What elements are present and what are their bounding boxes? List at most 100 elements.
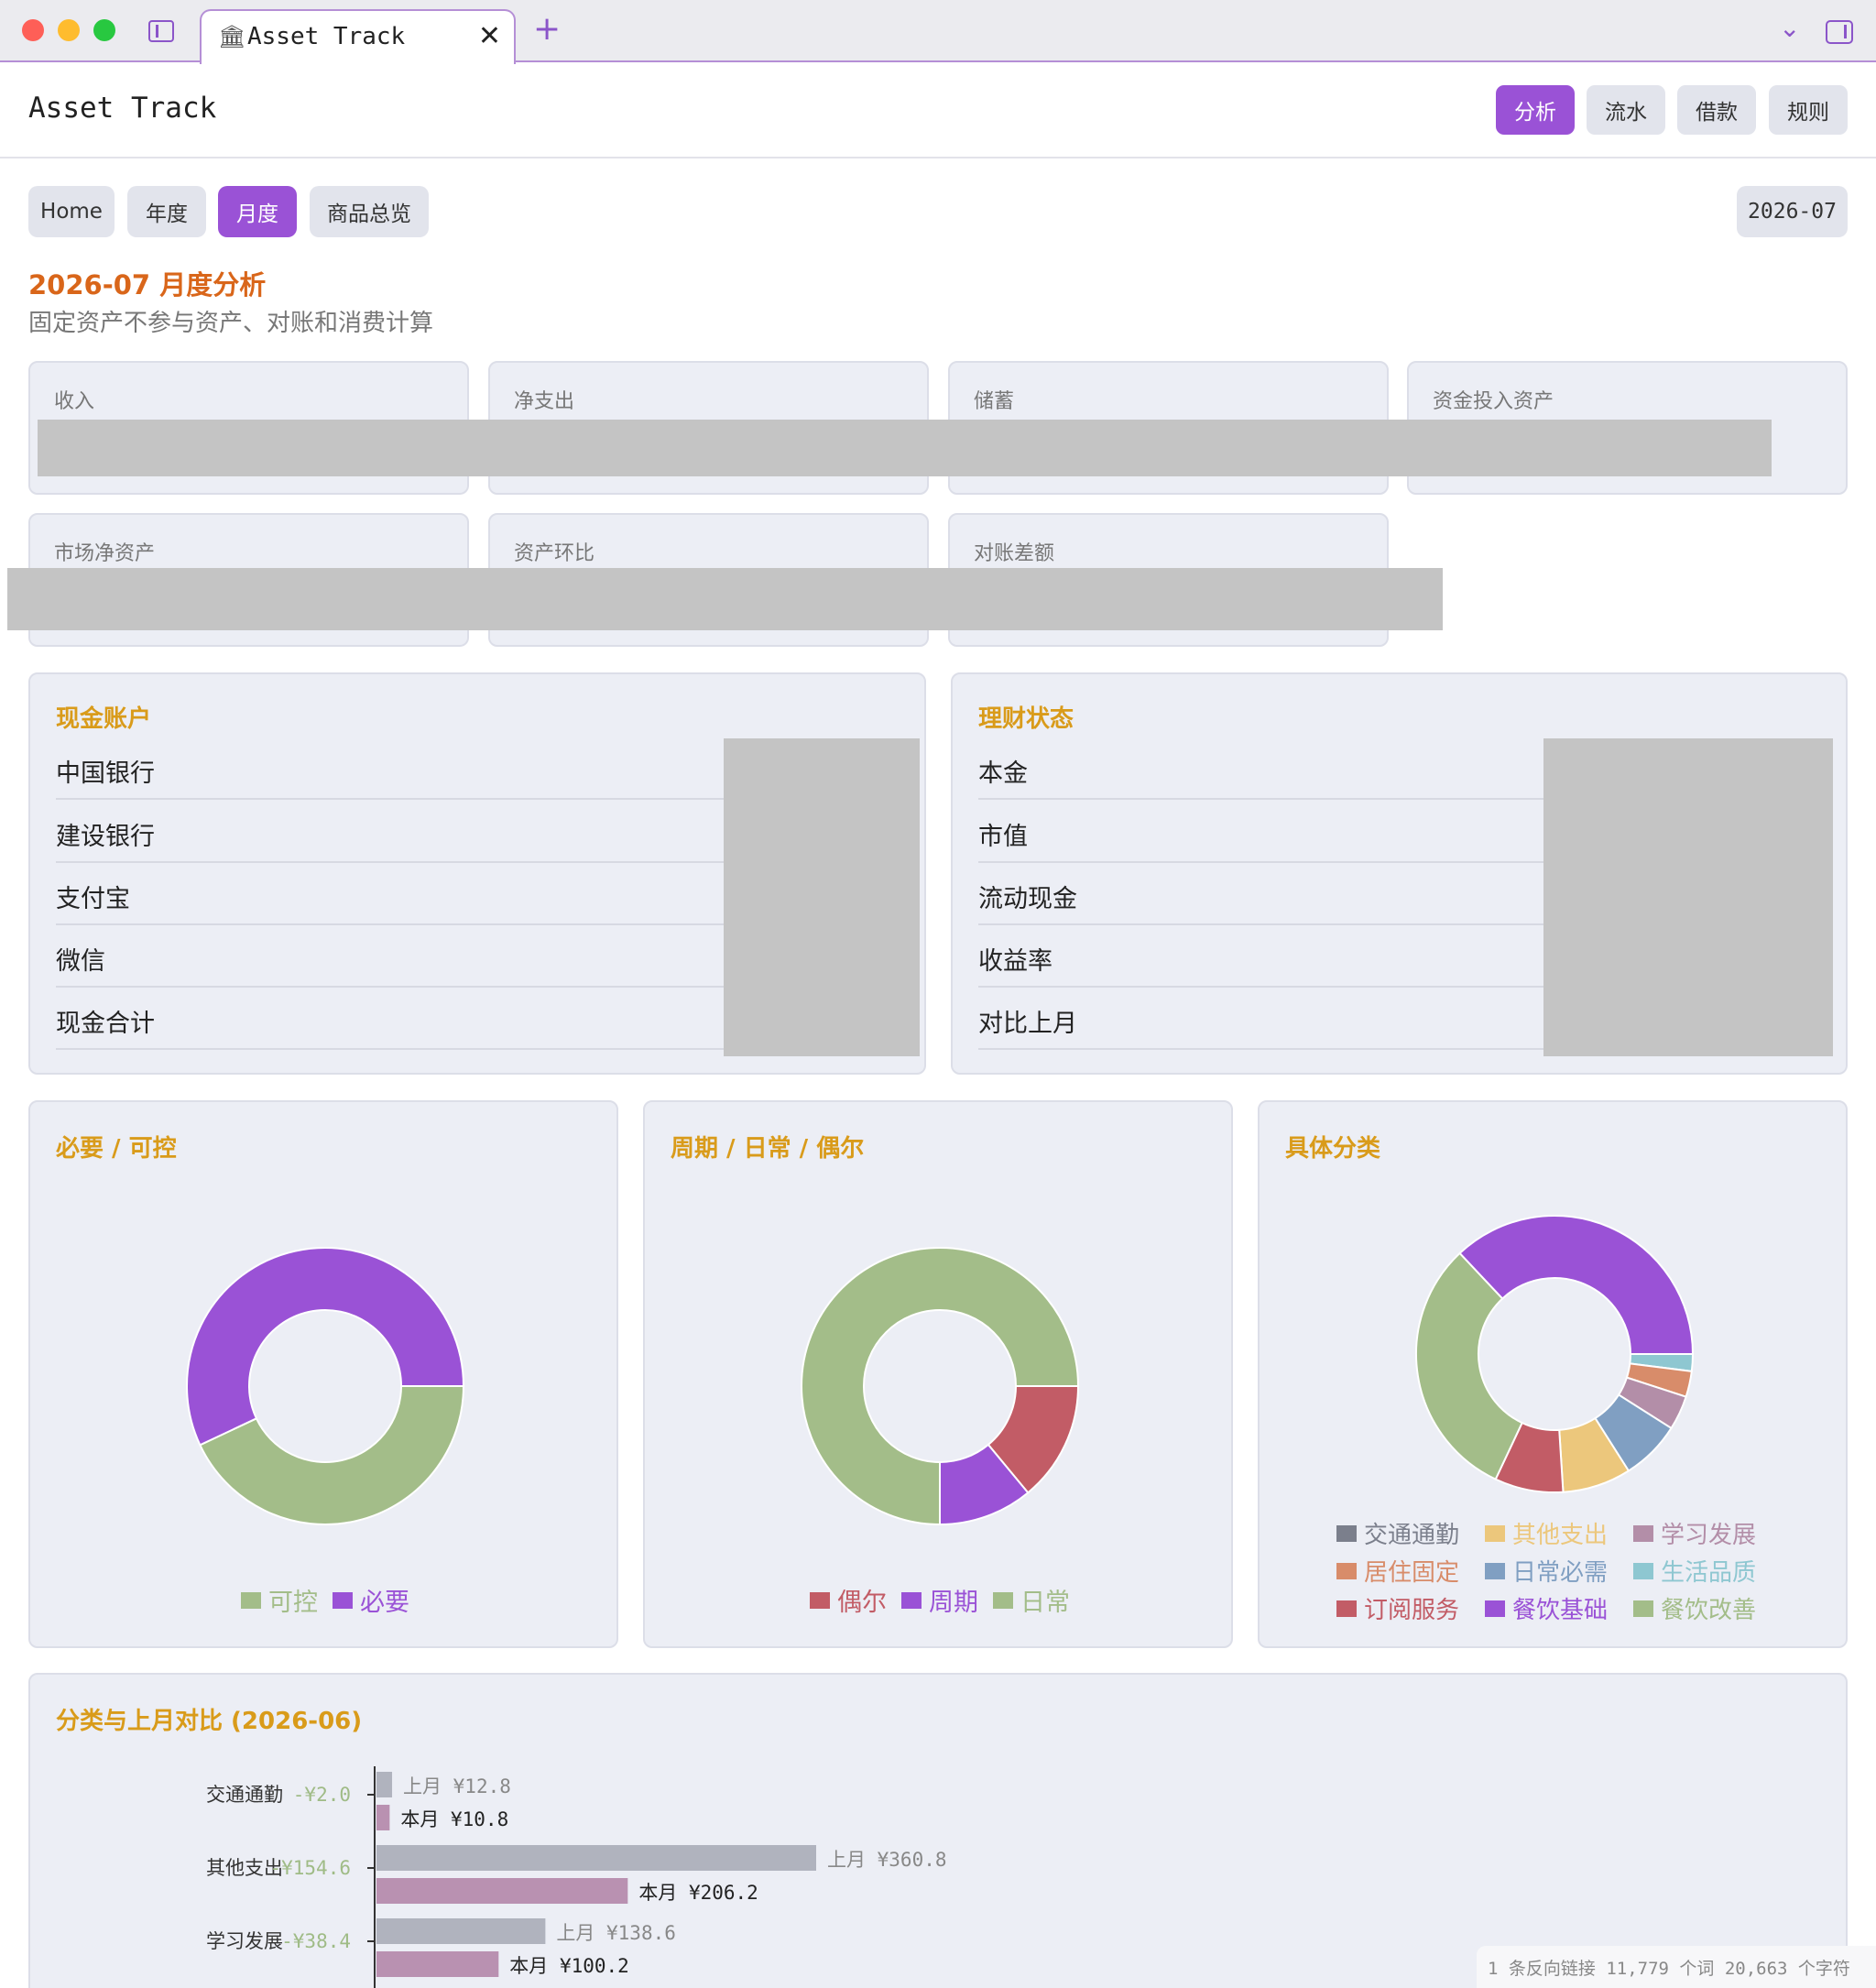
legend-label: 日常必需 <box>1512 1559 1609 1587</box>
app-title: Asset Track <box>28 92 217 125</box>
close-tab-icon[interactable]: ✕ <box>478 20 501 52</box>
page-subtitle: 固定资产不参与资产、对账和消费计算 <box>28 310 434 337</box>
bar-value-label: 本月 ¥100.2 <box>509 1955 629 1977</box>
invest-row: 本金 <box>978 759 1028 788</box>
bar-value-label: 本月 ¥206.2 <box>638 1882 758 1904</box>
legend-swatch <box>1633 1600 1653 1617</box>
chart-panel-necessary: 必要 / 可控 可控 必要 <box>28 1100 618 1648</box>
redacted-values <box>7 568 1443 630</box>
nav-ledger-button[interactable]: 流水 <box>1587 85 1665 135</box>
chart-legend: 可控 必要 <box>30 1582 620 1618</box>
minimize-window-button[interactable] <box>58 19 80 41</box>
legend-item[interactable]: 订阅服务 <box>1336 1591 1470 1625</box>
legend-label: 可控 <box>268 1589 318 1617</box>
comparison-bar-chart: 交通通勤 -¥2.0 上月 ¥12.8本月 ¥10.8其他支出-¥154.6 上月 ¥… <box>206 1766 947 1988</box>
legend-item[interactable]: 日常必需 <box>1485 1554 1619 1588</box>
stat-label: 对账差额 <box>974 542 1055 565</box>
bar-value-label: 本月 ¥10.8 <box>400 1808 508 1830</box>
legend-swatch <box>810 1591 830 1609</box>
bar-value-label: 上月 ¥360.8 <box>827 1849 947 1871</box>
chevron-down-icon[interactable]: ⌄ <box>1779 13 1800 43</box>
legend-item[interactable]: 偶尔 <box>810 1582 887 1618</box>
investment-status-panel: 理财状态 本金 市值 流动现金 收益率 对比上月 <box>951 672 1848 1075</box>
bar-diff-label: -¥154.6 <box>269 1857 351 1879</box>
subnav-home[interactable]: Home <box>28 186 115 237</box>
invest-row: 收益率 <box>978 947 1053 976</box>
legend-item[interactable]: 必要 <box>333 1582 409 1618</box>
legend-swatch <box>1485 1600 1505 1617</box>
bar-上月[interactable] <box>376 1772 393 1797</box>
bar-上月[interactable] <box>376 1918 546 1944</box>
chart-legend: 偶尔 周期 日常 <box>645 1582 1235 1618</box>
cash-row: 中国银行 <box>56 759 155 788</box>
cash-accounts-panel: 现金账户 中国银行 建设银行 支付宝 微信 现金合计 <box>28 672 926 1075</box>
legend-label: 交通通勤 <box>1364 1522 1460 1549</box>
invest-row: 流动现金 <box>978 885 1077 913</box>
bar-上月[interactable] <box>376 1845 816 1871</box>
month-selector[interactable]: 2026-07 <box>1737 186 1848 237</box>
right-sidebar-icon[interactable] <box>1826 20 1853 44</box>
legend-label: 居住固定 <box>1364 1559 1460 1587</box>
legend-item[interactable]: 餐饮改善 <box>1633 1591 1767 1625</box>
cash-row-total: 现金合计 <box>56 1010 155 1038</box>
subnav-yearly[interactable]: 年度 <box>127 186 206 237</box>
chart-panel-frequency: 周期 / 日常 / 偶尔 偶尔 周期 日常 <box>643 1100 1233 1648</box>
redacted-values <box>724 738 920 1056</box>
panel-title: 现金账户 <box>56 705 152 733</box>
bar-本月[interactable] <box>376 1951 499 1977</box>
stat-label: 储蓄 <box>974 390 1015 413</box>
chart-panel-category: 具体分类 交通通勤 其他支出 学习发展 居住固定 日常必需 生活品质 订阅服务 餐饮基础 餐饮改… <box>1258 1100 1848 1648</box>
legend-label: 学习发展 <box>1661 1522 1757 1549</box>
cash-row: 支付宝 <box>56 885 130 913</box>
status-bar: 1 条反向链接 11,779 个词 20,663 个字符 <box>1477 1946 1876 1988</box>
legend-item[interactable]: 其他支出 <box>1485 1516 1619 1550</box>
bar-value-label: 上月 ¥138.6 <box>556 1922 676 1944</box>
window-titlebar: 🏛 Asset Track ✕ + ⌄ <box>0 0 1876 64</box>
panel-title: 理财状态 <box>978 705 1074 733</box>
legend-swatch <box>1336 1524 1357 1542</box>
tab-title: Asset Track <box>247 23 406 50</box>
legend-label: 周期 <box>929 1589 978 1617</box>
bar-category-label: 学习发展 <box>206 1930 283 1952</box>
cash-row: 微信 <box>56 947 105 976</box>
legend-label: 餐饮基础 <box>1512 1597 1609 1624</box>
bar-本月[interactable] <box>376 1805 390 1830</box>
donut-slice-餐饮基础[interactable] <box>1458 1215 1695 1355</box>
legend-item[interactable]: 日常 <box>993 1582 1070 1618</box>
legend-label: 订阅服务 <box>1364 1597 1460 1624</box>
stat-label: 净支出 <box>514 390 575 413</box>
legend-item[interactable]: 生活品质 <box>1633 1554 1767 1588</box>
tab-asset-track[interactable]: 🏛 Asset Track ✕ <box>200 9 516 64</box>
nav-loans-button[interactable]: 借款 <box>1677 85 1756 135</box>
donut-chart-necessary <box>186 1247 465 1525</box>
stat-label: 资产环比 <box>514 542 595 565</box>
close-window-button[interactable] <box>22 19 44 41</box>
legend-label: 偶尔 <box>837 1589 887 1617</box>
legend-swatch <box>333 1591 353 1609</box>
nav-analysis-button[interactable]: 分析 <box>1496 85 1575 135</box>
new-tab-icon[interactable]: + <box>533 13 561 46</box>
legend-swatch <box>1336 1562 1357 1579</box>
bar-diff-label: -¥2.0 <box>293 1784 351 1806</box>
legend-item[interactable]: 居住固定 <box>1336 1554 1470 1588</box>
bar-value-label: 上月 ¥12.8 <box>403 1775 511 1797</box>
legend-swatch <box>1633 1562 1653 1579</box>
cash-row: 建设银行 <box>56 823 155 851</box>
legend-item[interactable]: 周期 <box>901 1582 978 1618</box>
nav-rules-button[interactable]: 规则 <box>1769 85 1848 135</box>
bar-本月[interactable] <box>376 1878 628 1904</box>
sidebar-toggle-icon[interactable] <box>148 20 174 42</box>
legend-item[interactable]: 学习发展 <box>1633 1516 1767 1550</box>
subnav-monthly[interactable]: 月度 <box>218 186 297 237</box>
invest-row: 市值 <box>978 823 1028 851</box>
subnav-product-overview[interactable]: 商品总览 <box>310 186 429 237</box>
comparison-panel: 分类与上月对比 (2026-06) 交通通勤 -¥2.0 上月 ¥12.8 本月 ¥1… <box>28 1673 1848 1988</box>
redacted-values <box>1543 738 1833 1056</box>
legend-swatch <box>1485 1562 1505 1579</box>
legend-item[interactable]: 可控 <box>241 1582 318 1618</box>
legend-item[interactable]: 交通通勤 <box>1336 1516 1470 1550</box>
legend-item[interactable]: 餐饮基础 <box>1485 1591 1619 1625</box>
legend-swatch <box>993 1591 1013 1609</box>
stat-label: 市场净资产 <box>54 542 156 565</box>
maximize-window-button[interactable] <box>93 19 115 41</box>
